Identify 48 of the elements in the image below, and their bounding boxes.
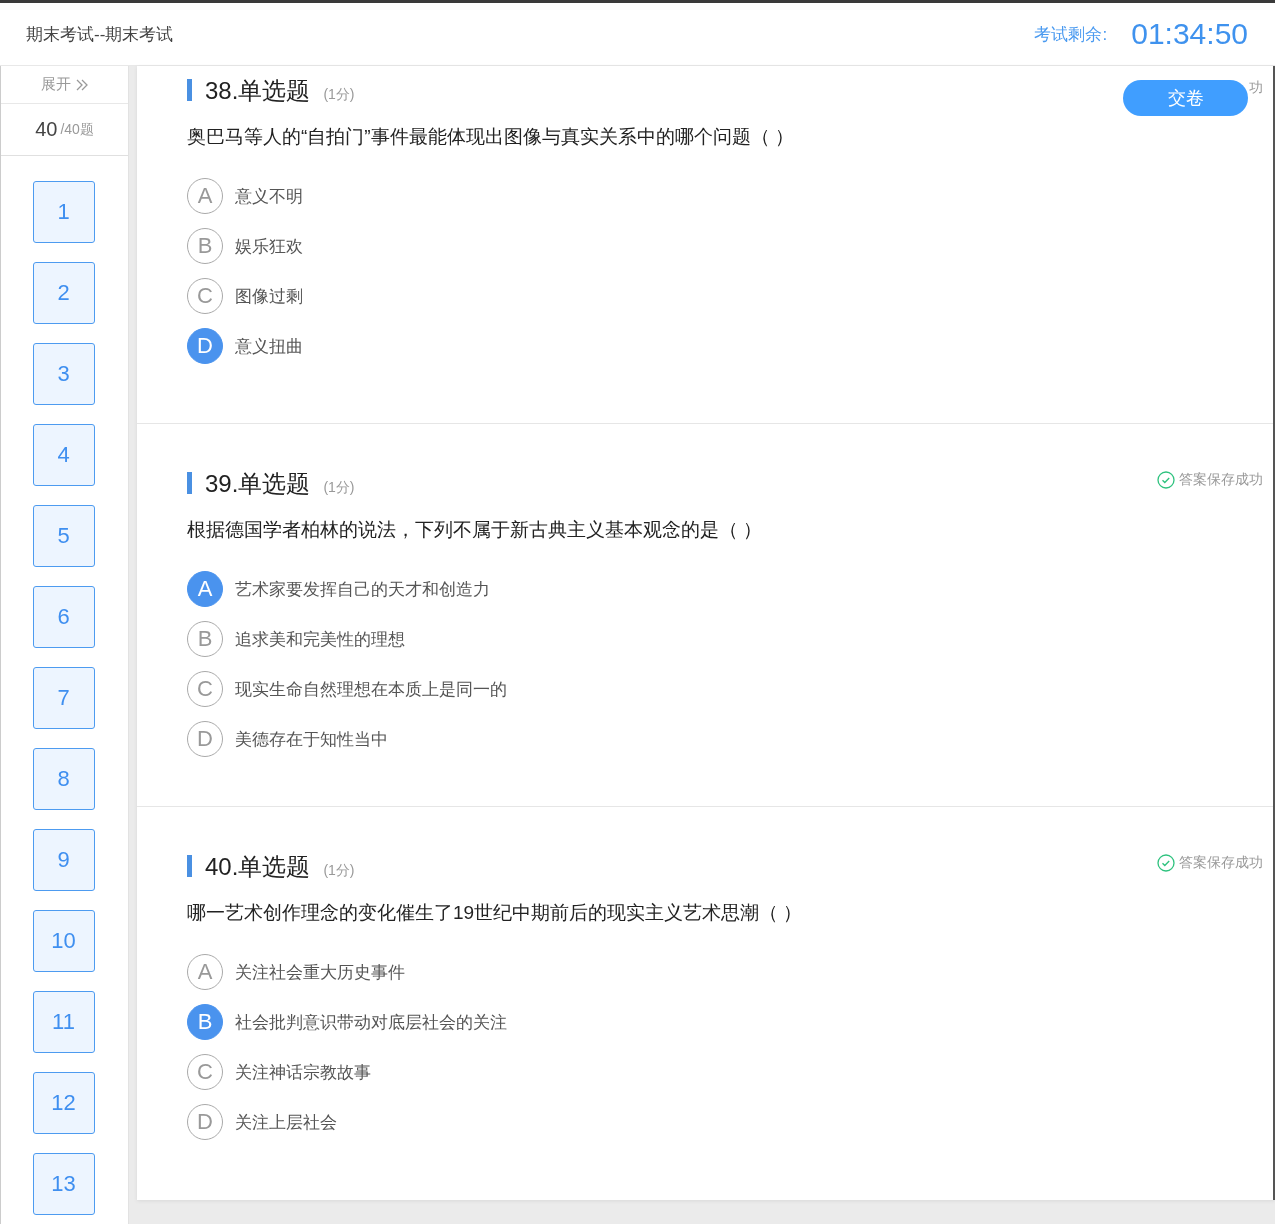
double-chevron-icon (76, 78, 88, 91)
answer-option[interactable]: C 图像过剩 (187, 277, 303, 315)
answer-option[interactable]: B 社会批判意识带动对底层社会的关注 (187, 1003, 507, 1041)
question-score: (1分) (323, 86, 355, 104)
submit-button[interactable]: 交卷 (1123, 80, 1248, 116)
save-status: 答案保存成功 (1179, 854, 1263, 872)
exam-title: 期末考试--期末考试 (26, 23, 175, 46)
title-accent-bar (187, 79, 192, 101)
answer-option[interactable]: D 关注上层社会 (187, 1103, 337, 1141)
answer-option[interactable]: A 关注社会重大历史事件 (187, 953, 405, 991)
question-number-button[interactable]: 9 (32, 829, 95, 891)
answer-option[interactable]: C 关注神话宗教故事 (187, 1053, 371, 1091)
question-text: 哪一艺术创作理念的变化催生了19世纪中期前后的现实主义艺术思潮（ ） (187, 901, 804, 925)
question-number-button[interactable]: 10 (32, 910, 95, 972)
question-number-button[interactable]: 13 (32, 1153, 95, 1215)
answer-option[interactable]: B 追求美和完美性的理想 (187, 620, 405, 658)
countdown-timer: 01:34:50 (1131, 17, 1248, 51)
question-number-button[interactable]: 7 (32, 667, 95, 729)
title-accent-bar (187, 855, 192, 877)
total-count: /40题 (60, 120, 94, 139)
question-number-button[interactable]: 11 (32, 991, 95, 1053)
question-number-button[interactable]: 12 (32, 1072, 95, 1134)
question-number-button[interactable]: 2 (32, 262, 95, 324)
question-number-button[interactable]: 1 (32, 181, 95, 243)
timer-label: 考试剩余: (1034, 23, 1108, 46)
question-number-button[interactable]: 5 (32, 505, 95, 567)
question-number-button[interactable]: 6 (32, 586, 95, 648)
question-score: (1分) (323, 479, 355, 497)
answer-option[interactable]: A 意义不明 (187, 177, 303, 215)
question-title: 38.单选题 (205, 76, 311, 106)
question-score: (1分) (323, 862, 355, 880)
question-number-button[interactable]: 4 (32, 424, 95, 486)
expand-button[interactable]: 展开 (41, 75, 88, 94)
question-text: 根据德国学者柏林的说法，下列不属于新古典主义基本观念的是（ ） (187, 518, 764, 542)
question-number-button[interactable]: 8 (32, 748, 95, 810)
answer-option[interactable]: D 意义扭曲 (187, 327, 303, 365)
answer-option[interactable]: B 娱乐狂欢 (187, 227, 303, 265)
question-text: 奥巴马等人的“自拍门”事件最能体现出图像与真实关系中的哪个问题（ ） (187, 125, 795, 149)
question-number-button[interactable]: 3 (32, 343, 95, 405)
save-status: 答案保存成功 (1179, 471, 1263, 489)
answer-option[interactable]: A 艺术家要发挥自己的天才和创造力 (187, 570, 490, 608)
answer-option[interactable]: C 现实生命自然理想在本质上是同一的 (187, 670, 507, 708)
save-status: 功 (1249, 79, 1263, 97)
question-title: 40.单选题 (205, 852, 311, 882)
answered-count: 40 (35, 118, 58, 141)
question-title: 39.单选题 (205, 469, 311, 499)
answer-option[interactable]: D 美德存在于知性当中 (187, 720, 388, 758)
title-accent-bar (187, 472, 192, 494)
